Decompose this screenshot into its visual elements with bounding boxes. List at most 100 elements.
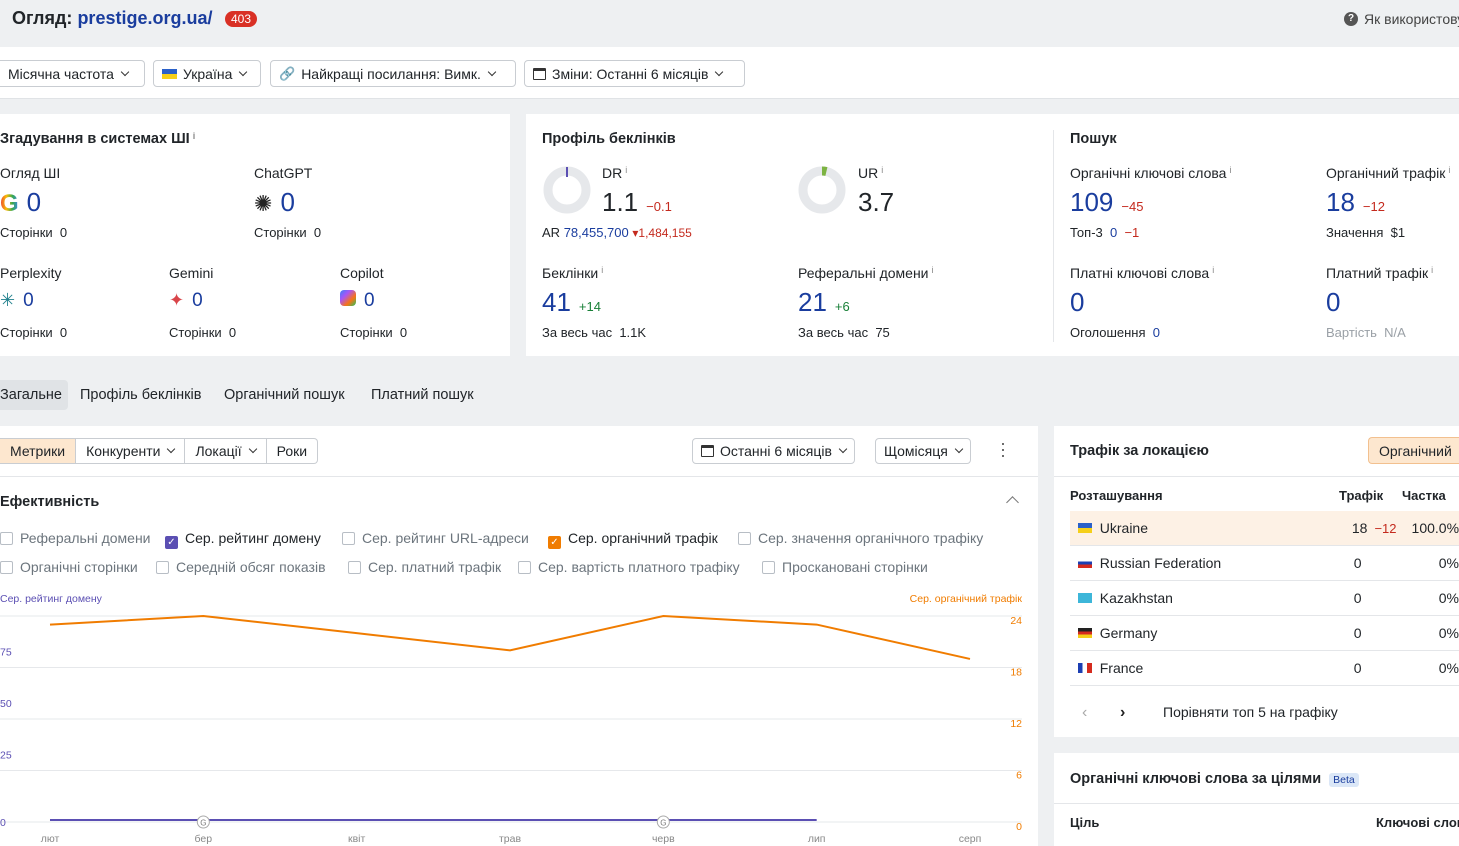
ai-overview-value[interactable]: G0 bbox=[0, 187, 41, 218]
period-dropdown[interactable]: Останні 6 місяців bbox=[692, 438, 855, 464]
collapse-icon[interactable] bbox=[1006, 496, 1019, 509]
country-dropdown[interactable]: Україна bbox=[153, 60, 261, 87]
checkbox-label: Сер. органічний трафік bbox=[568, 530, 718, 546]
metric-checkbox[interactable]: ✓ Сер. рейтинг домену bbox=[165, 530, 321, 549]
paid-kw-label: Платні ключові слова i bbox=[1070, 265, 1215, 281]
series-line bbox=[49, 614, 971, 660]
backlink-search-card: Профіль беклінків DR i 1.1 −0.1 AR 78,455,… bbox=[526, 114, 1459, 356]
chatgpt-pages: Сторінки 0 bbox=[254, 225, 322, 240]
copilot-icon bbox=[340, 290, 356, 306]
copilot-value[interactable]: 0 bbox=[340, 290, 375, 312]
metric-checkbox[interactable]: Сер. вартість платного трафіку bbox=[518, 559, 740, 575]
refdomains-value[interactable]: 21 +6 bbox=[798, 287, 850, 318]
ru-flag-icon bbox=[1078, 558, 1092, 568]
location-traffic: 18 −12 bbox=[1351, 520, 1397, 536]
org-traffic-value[interactable]: 18 −12 bbox=[1326, 187, 1385, 218]
help-icon: ? bbox=[1344, 12, 1358, 26]
keyword-intents-card: Органічні ключові слова за цілями Beta Ц… bbox=[1054, 753, 1459, 846]
page-title: Огляд: prestige.org.ua/ bbox=[12, 8, 213, 28]
more-menu-icon[interactable]: · · · bbox=[998, 434, 1008, 464]
tab-organic-search[interactable]: Органічний пошук bbox=[214, 380, 355, 410]
metric-checkbox[interactable]: Середній обсяг показів bbox=[156, 559, 326, 575]
ua-flag-icon bbox=[1078, 523, 1092, 533]
col-goal: Ціль bbox=[1070, 815, 1100, 830]
location-share: 0% bbox=[1438, 625, 1459, 641]
perplexity-value[interactable]: ✳ 0 bbox=[0, 290, 34, 312]
next-page-icon[interactable]: › bbox=[1120, 704, 1125, 722]
x-tick-label: лют bbox=[41, 833, 60, 845]
location-row[interactable]: Germany 0 0% bbox=[1070, 616, 1459, 651]
copilot-pages: Сторінки 0 bbox=[340, 325, 408, 340]
divider bbox=[0, 476, 1038, 477]
metric-checkbox[interactable]: Сер. значення органічного трафіку bbox=[738, 530, 983, 546]
location-row[interactable]: Ukraine 18 −12 100.0% bbox=[1070, 511, 1459, 546]
metric-checkbox[interactable]: ✓ Сер. органічний трафік bbox=[548, 530, 718, 549]
metric-checkbox[interactable]: Сер. рейтинг URL-адреси bbox=[342, 530, 529, 546]
tab-paid-search[interactable]: Платний пошук bbox=[361, 380, 484, 410]
paid-traffic-value[interactable]: 0 bbox=[1326, 287, 1340, 318]
prev-page-icon[interactable]: ‹ bbox=[1082, 704, 1087, 722]
backlinks-value[interactable]: 41 +14 bbox=[542, 287, 601, 318]
location-share: 0% bbox=[1438, 555, 1459, 571]
performance-chart[interactable]: 0 0 25 6 50 12 75 18 100 24 лют бер квіт трав черв лип с… bbox=[0, 606, 1038, 846]
chatgpt-value[interactable]: ✺ 0 bbox=[254, 187, 295, 218]
divider bbox=[1054, 476, 1459, 477]
checkbox-label: Органічні сторінки bbox=[20, 559, 138, 575]
paid-kw-value[interactable]: 0 bbox=[1070, 287, 1084, 318]
tab-competitors[interactable]: Конкуренти bbox=[76, 439, 186, 463]
location-row[interactable]: Russian Federation 0 0% bbox=[1070, 546, 1459, 581]
org-kw-value[interactable]: 109 −45 bbox=[1070, 187, 1143, 218]
metric-checkbox[interactable]: Органічні сторінки bbox=[0, 559, 138, 575]
gemini-value[interactable]: ✦ 0 bbox=[169, 290, 203, 312]
perplexity-icon: ✳ bbox=[0, 290, 16, 310]
right-tick-label: 18 bbox=[1010, 667, 1022, 679]
organic-toggle-button[interactable]: Органічний bbox=[1368, 437, 1459, 464]
col-keywords: Ключові слова bbox=[1376, 815, 1459, 830]
tab-backlink-profile[interactable]: Профіль беклінків bbox=[70, 380, 211, 410]
frequency-dropdown[interactable]: Місячна частота bbox=[0, 60, 145, 87]
location-share: 0% bbox=[1438, 590, 1459, 606]
location-traffic: 0 bbox=[1353, 555, 1362, 571]
checkbox-icon bbox=[738, 532, 751, 545]
x-tick-label: бер bbox=[195, 833, 213, 845]
metric-checkbox[interactable]: Сер. платний трафік bbox=[348, 559, 501, 575]
location-row[interactable]: Kazakhstan 0 0% bbox=[1070, 581, 1459, 616]
checkbox-icon bbox=[0, 532, 13, 545]
metric-checkbox[interactable]: Проскановані сторінки bbox=[762, 559, 928, 575]
right-tick-label: 12 bbox=[1010, 718, 1022, 730]
compare-top5-link[interactable]: Порівняти топ 5 на графіку bbox=[1163, 704, 1338, 720]
ai-overview-pages: Сторінки 0 bbox=[0, 225, 68, 240]
status-badge: 403 bbox=[225, 11, 258, 27]
search-title: Пошук bbox=[1070, 131, 1117, 147]
perplexity-pages: Сторінки 0 bbox=[0, 325, 68, 340]
metric-checkbox[interactable]: Реферальні домени bbox=[0, 530, 151, 546]
col-traffic[interactable]: Трафік bbox=[1339, 488, 1383, 503]
right-tick-label: 24 bbox=[1010, 615, 1022, 627]
changes-dropdown[interactable]: Зміни: Останні 6 місяців bbox=[524, 60, 745, 87]
help-link[interactable]: ? Як використовувати bbox=[1344, 11, 1459, 27]
tab-years[interactable]: Роки bbox=[267, 439, 317, 463]
tab-metrics[interactable]: Метрики bbox=[0, 439, 77, 463]
checkbox-icon bbox=[348, 561, 361, 574]
domain-link[interactable]: prestige.org.ua/ bbox=[77, 8, 212, 28]
annotation-marker-label: G bbox=[200, 819, 206, 828]
ai-mentions-card: Згадування в системах ШІ i Огляд ШІ G0 Ст… bbox=[0, 114, 510, 356]
tab-overview[interactable]: Загальне bbox=[0, 380, 68, 410]
x-tick-label: квіт bbox=[348, 833, 366, 845]
ur-value: 3.7 bbox=[858, 187, 895, 217]
location-row[interactable]: France 0 0% bbox=[1070, 651, 1459, 686]
tab-locations[interactable]: Локації bbox=[185, 439, 267, 463]
best-links-dropdown[interactable]: 🔗 Найкращі посилання: Вимк. bbox=[270, 60, 516, 87]
interval-dropdown[interactable]: Щомісяця bbox=[875, 438, 971, 464]
left-tick-label: 50 bbox=[0, 698, 12, 710]
beta-badge: Beta bbox=[1329, 773, 1359, 787]
kz-flag-icon bbox=[1078, 593, 1092, 603]
refdomains-label: Реферальні домени i bbox=[798, 265, 934, 281]
checked-checkbox-icon: ✓ bbox=[165, 536, 178, 549]
chatgpt-label: ChatGPT bbox=[254, 165, 313, 181]
checked-checkbox-icon: ✓ bbox=[548, 536, 561, 549]
right-tick-label: 6 bbox=[1016, 770, 1022, 782]
location-share: 0% bbox=[1438, 660, 1459, 676]
divider bbox=[1054, 803, 1459, 804]
chevron-down-icon bbox=[715, 67, 724, 76]
